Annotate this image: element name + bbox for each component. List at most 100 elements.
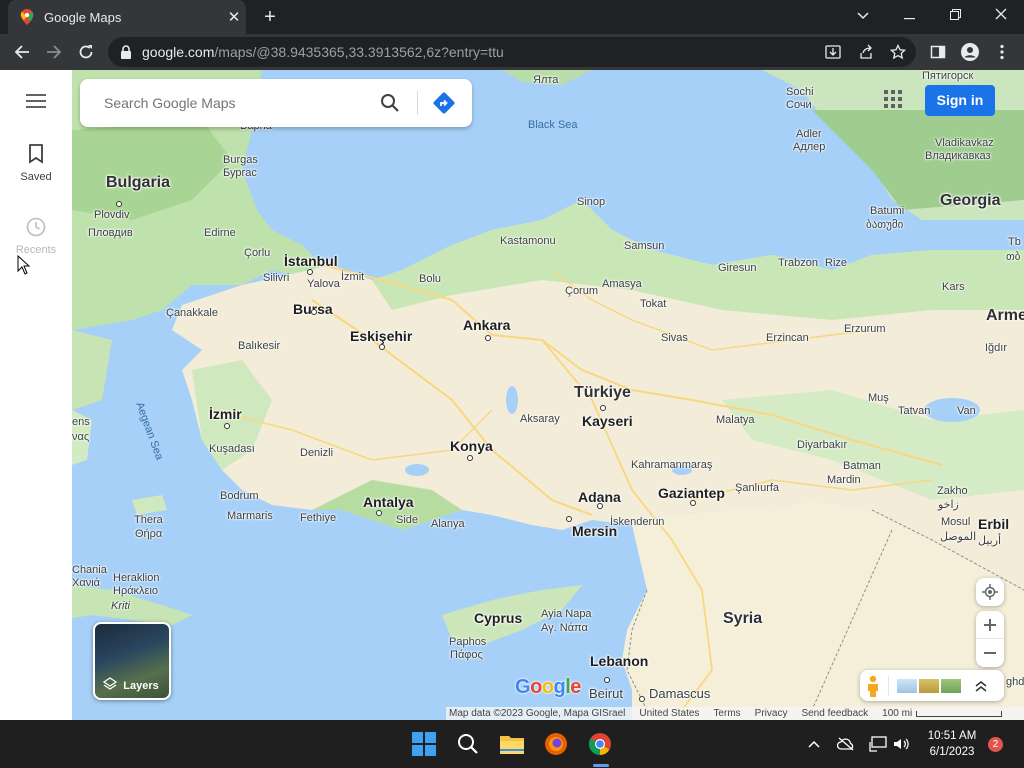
tab-search-icon[interactable] xyxy=(840,0,886,30)
layers-button[interactable]: Layers xyxy=(93,622,171,700)
tab-close-icon[interactable]: ✕ xyxy=(222,8,246,26)
layers-label: Layers xyxy=(123,680,159,692)
map-label-cyprus: Cyprus xyxy=(474,610,523,626)
map-label-eskisehir: Eskişehir xyxy=(350,328,413,344)
reload-icon[interactable] xyxy=(72,38,100,66)
city-marker xyxy=(116,201,122,207)
close-window-icon[interactable] xyxy=(978,0,1024,30)
map-label: Kastamonu xyxy=(500,235,556,247)
map-label: Tb xyxy=(1008,236,1021,248)
city-marker xyxy=(566,516,572,522)
minimize-icon[interactable] xyxy=(886,0,932,30)
search-input[interactable] xyxy=(104,79,364,127)
map-label-black-sea: Black Sea xyxy=(528,119,578,131)
clock-date: 6/1/2023 xyxy=(929,746,975,758)
map-label: أربيل xyxy=(978,535,1002,547)
volume-icon[interactable] xyxy=(887,730,915,758)
terms-link[interactable]: Terms xyxy=(713,708,740,719)
imagery-thumbnail[interactable] xyxy=(941,678,961,693)
show-hidden-icons-chevron-icon[interactable] xyxy=(800,730,828,758)
google-apps-icon[interactable] xyxy=(884,90,906,112)
map-label: Chania xyxy=(72,564,107,576)
notification-badge[interactable]: 2 xyxy=(988,737,1003,752)
file-explorer-icon[interactable] xyxy=(498,730,526,758)
back-icon[interactable] xyxy=(8,38,36,66)
zoom-out-button[interactable] xyxy=(976,639,1004,666)
mouse-cursor-icon xyxy=(17,255,31,275)
chrome-taskbar-icon[interactable] xyxy=(586,730,614,758)
map-label: Bodrum xyxy=(220,490,259,502)
map-label: Tatvan xyxy=(898,405,931,417)
map-label-turkiye: Türkiye xyxy=(574,384,631,401)
new-tab-button[interactable]: + xyxy=(258,5,282,29)
map-label: Kahramanmaraş xyxy=(631,459,713,471)
restore-icon[interactable] xyxy=(932,0,978,30)
browser-tab-strip: Google Maps ✕ + xyxy=(0,0,1024,34)
map-label: Yalova xyxy=(307,278,340,290)
map-label: Aksaray xyxy=(520,413,560,425)
region-link[interactable]: United States xyxy=(639,708,699,719)
taskbar-search-icon[interactable] xyxy=(454,730,482,758)
side-panel-icon[interactable] xyxy=(924,38,952,66)
my-location-button[interactable] xyxy=(976,578,1004,606)
map-label: Çorum xyxy=(565,285,599,297)
map-label-gaziantep: Gaziantep xyxy=(658,485,725,501)
windows-start-icon[interactable] xyxy=(410,730,438,758)
address-bar[interactable]: google.com/maps/@38.9435365,33.3913562,6… xyxy=(108,37,916,67)
map-label-mersin: Mersin xyxy=(572,523,618,539)
bookmark-icon xyxy=(29,144,43,164)
saved-label: Saved xyxy=(20,171,52,183)
map-label-bulgaria: Bulgaria xyxy=(106,174,171,191)
map-label: Beirut xyxy=(589,686,623,701)
map-label: Ayia Napa xyxy=(541,608,592,620)
map-label: Αγ. Νάπα xyxy=(541,622,588,634)
map-label: ghd xyxy=(1006,676,1024,688)
city-marker xyxy=(467,455,473,461)
bookmark-star-icon[interactable] xyxy=(888,42,908,62)
map-label-armenia: Arme xyxy=(986,307,1024,324)
map-label: Malatya xyxy=(716,414,755,426)
map-label: Batman xyxy=(843,460,881,472)
city-marker xyxy=(485,335,491,341)
install-app-icon[interactable] xyxy=(823,42,843,62)
privacy-link[interactable]: Privacy xyxy=(755,708,788,719)
share-icon[interactable] xyxy=(856,42,876,62)
directions-icon[interactable] xyxy=(432,91,456,115)
zoom-in-button[interactable] xyxy=(976,612,1004,639)
map-label: Adler xyxy=(796,128,822,140)
lock-icon xyxy=(121,45,131,59)
menu-hamburger-icon[interactable] xyxy=(0,94,72,114)
map-label: νας xyxy=(72,431,90,443)
map-label-istanbul: İstanbul xyxy=(284,253,338,269)
onedrive-icon[interactable] xyxy=(832,730,860,758)
imagery-thumbnail[interactable] xyxy=(919,678,939,693)
map-label: Iğdır xyxy=(985,342,1008,354)
recents-button[interactable]: Recents xyxy=(0,216,72,256)
profile-icon[interactable] xyxy=(956,38,984,66)
chevron-up-icon[interactable] xyxy=(975,680,987,692)
city-marker xyxy=(639,696,645,702)
map-label: Пловдив xyxy=(88,227,133,239)
map-label: Diyarbakır xyxy=(797,439,848,451)
map-label: Silivri xyxy=(263,272,290,284)
tab-title: Google Maps xyxy=(44,9,122,25)
map-label-kayseri: Kayseri xyxy=(582,413,633,429)
city-marker xyxy=(311,309,317,315)
map-label: Пятигорск xyxy=(922,70,974,82)
browser-tab[interactable]: Google Maps ✕ xyxy=(8,0,246,34)
system-clock[interactable]: 10:51 AM 6/1/2023 xyxy=(920,728,984,760)
chrome-menu-icon[interactable] xyxy=(988,38,1016,66)
clock-time: 10:51 AM xyxy=(927,730,977,742)
saved-button[interactable]: Saved xyxy=(0,144,72,183)
sign-in-button[interactable]: Sign in xyxy=(925,85,995,116)
pegman-icon[interactable] xyxy=(866,675,880,697)
send-feedback-link[interactable]: Send feedback xyxy=(801,708,868,719)
forward-icon[interactable] xyxy=(40,38,68,66)
imagery-thumbnail[interactable] xyxy=(897,678,917,693)
map-label: Giresun xyxy=(718,262,757,274)
firefox-icon[interactable] xyxy=(542,730,570,758)
search-icon[interactable] xyxy=(380,93,400,113)
map-label: Kuşadası xyxy=(209,443,255,455)
map-label: Marmaris xyxy=(227,510,273,522)
scale-label[interactable]: 100 mi xyxy=(882,708,912,719)
